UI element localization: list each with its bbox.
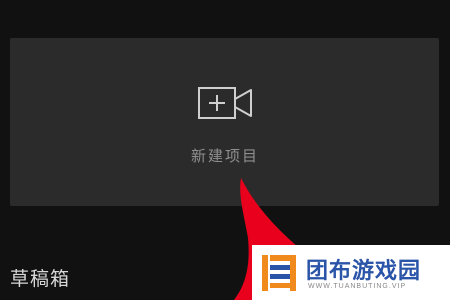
watermark-logo: [262, 255, 296, 291]
watermark-url: WWW.TUANBUTING.VIP: [308, 283, 407, 290]
video-camera-add-icon: [198, 87, 252, 119]
top-bar: [0, 0, 450, 38]
app-screen: 新建项目 草稿箱 团布游戏园 WWW.TUANBUTING.VIP: [0, 0, 450, 300]
drafts-section-title: 草稿箱: [10, 268, 71, 290]
new-project-button[interactable]: [10, 38, 439, 206]
watermark: 团布游戏园 WWW.TUANBUTING.VIP: [252, 245, 450, 300]
new-project-label: 新建项目: [190, 147, 259, 165]
watermark-text: 团布游戏园: [306, 259, 422, 284]
